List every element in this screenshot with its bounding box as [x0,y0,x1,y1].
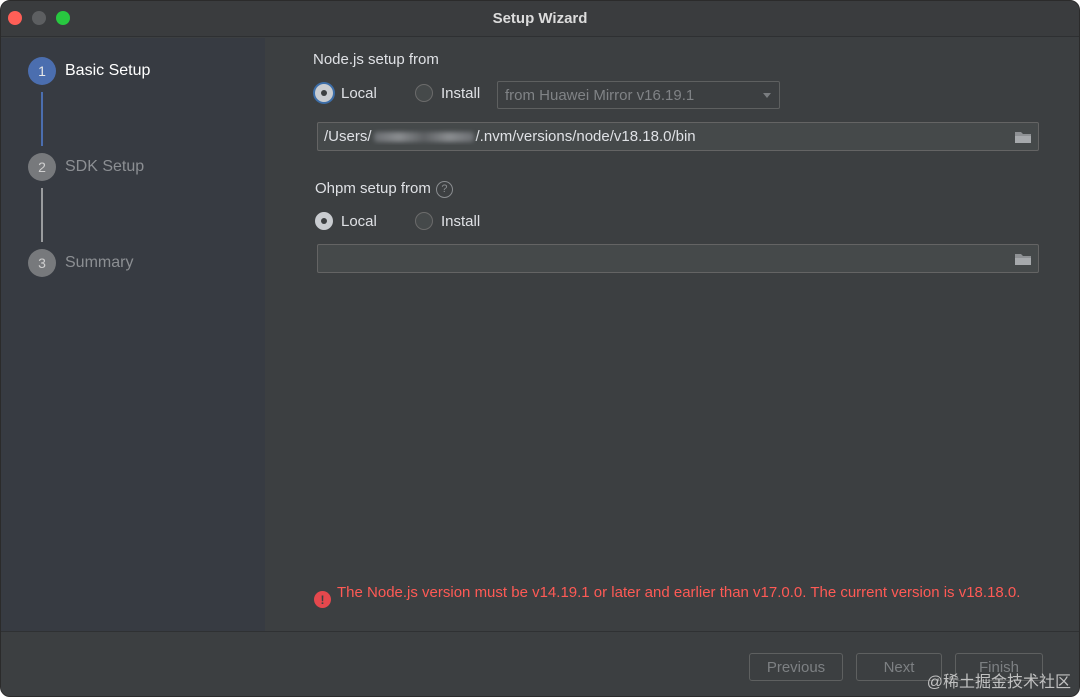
step-label: Summary [65,254,134,271]
wizard-footer: Previous Next Finish @稀土掘金技术社区 [1,631,1079,696]
ohpm-path-input[interactable] [317,244,1039,273]
previous-button[interactable]: Previous [749,653,843,681]
step-number: 1 [28,57,56,85]
validation-error: ! The Node.js version must be v14.19.1 o… [314,583,1034,608]
nodejs-local-radio[interactable]: Local [315,84,377,102]
node-mirror-dropdown[interactable]: from Huawei Mirror v16.19.1 [497,81,780,109]
help-icon[interactable]: ? [435,180,453,198]
nodejs-path-input[interactable]: /Users/ /.nvm/versions/node/v18.18.0/bin [317,122,1039,151]
dropdown-value: from Huawei Mirror v16.19.1 [505,86,695,104]
step-number: 3 [28,249,56,277]
radio-label: Local [341,84,377,102]
steps-sidebar: 1 Basic Setup 2 SDK Setup 3 Summary [1,38,265,631]
radio-indicator[interactable] [415,212,433,230]
ohpm-install-radio[interactable]: Install [415,212,480,230]
nodejs-path-value: /Users/ /.nvm/versions/node/v18.18.0/bin [324,128,1014,145]
error-message: The Node.js version must be v14.19.1 or … [337,584,1021,601]
step-sdk-setup[interactable]: 2 SDK Setup [28,153,144,181]
main-panel: Node.js setup from Local Install from Hu… [265,38,1079,631]
ohpm-label-text: Ohpm setup from [315,180,431,197]
radio-label: Install [441,84,481,102]
error-icon: ! [314,591,331,608]
step-summary[interactable]: 3 Summary [28,249,133,277]
ohpm-local-radio[interactable]: Local [315,212,377,230]
radio-label: Local [341,212,377,230]
path-prefix: /Users/ [324,128,372,145]
step-label: Basic Setup [65,62,151,79]
radio-indicator[interactable] [315,212,333,230]
folder-icon[interactable] [1014,252,1032,266]
step-connector [41,188,43,242]
ohpm-section-label: Ohpm setup from? [315,180,453,198]
radio-label: Install [441,212,481,230]
step-number: 2 [28,153,56,181]
step-connector [41,92,43,146]
window-title: Setup Wizard [492,10,588,27]
redacted-username [373,132,474,143]
chevron-down-icon [763,92,771,98]
step-basic-setup[interactable]: 1 Basic Setup [28,57,150,85]
title-bar: Setup Wizard [1,1,1079,37]
nodejs-install-radio[interactable]: Install [415,84,480,102]
radio-indicator[interactable] [415,84,433,102]
radio-indicator[interactable] [315,84,333,102]
setup-wizard-window: Setup Wizard 1 Basic Setup 2 SDK Setup 3… [0,0,1080,697]
path-suffix: /.nvm/versions/node/v18.18.0/bin [475,128,696,145]
watermark: @稀土掘金技术社区 [926,674,1071,691]
step-label: SDK Setup [65,158,145,175]
nodejs-section-label: Node.js setup from [313,51,439,68]
folder-icon[interactable] [1014,130,1032,144]
